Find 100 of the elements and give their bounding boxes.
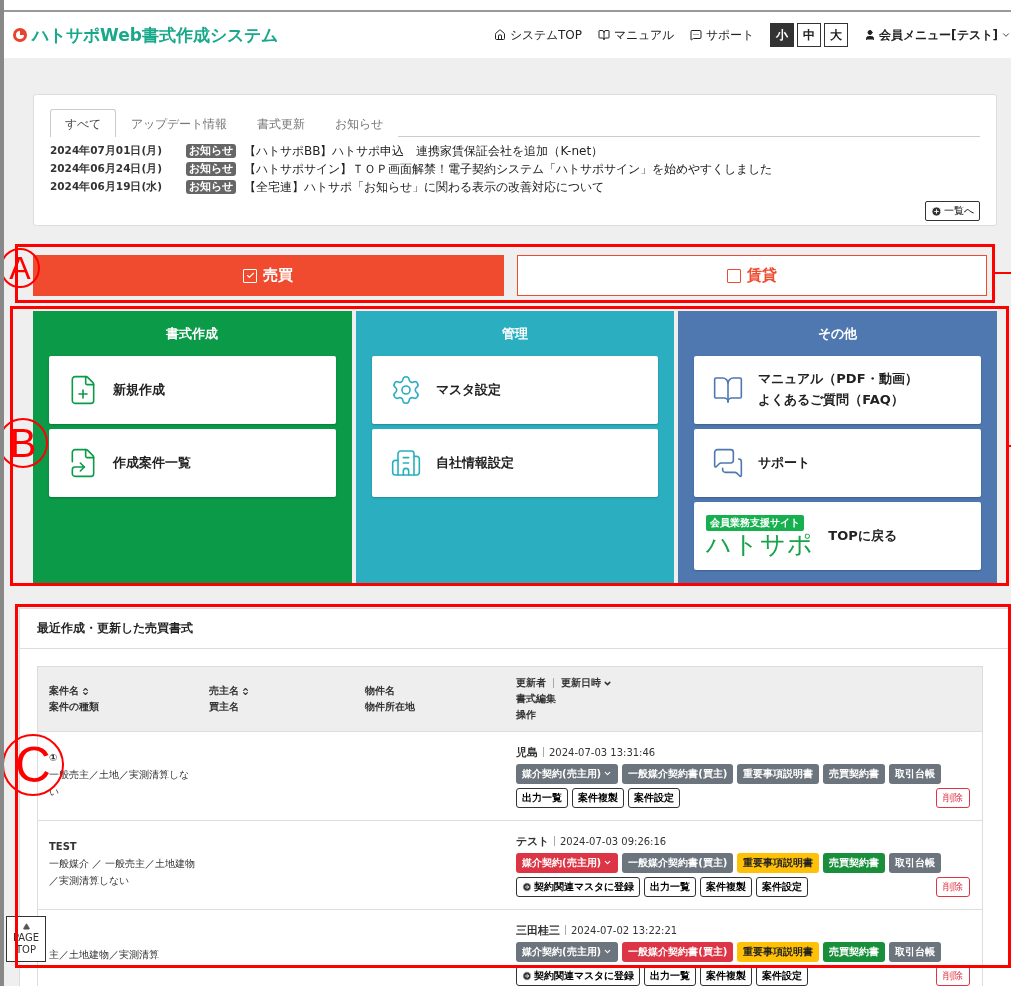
section-title: 最近作成・更新した売買書式 (20, 609, 1011, 649)
panel-title: その他 (818, 325, 858, 343)
menu-card[interactable]: 自社情報設定 (371, 429, 659, 497)
updated-time: 2024-07-03 13:31:46 (549, 746, 656, 758)
updater-name: 児島 (516, 744, 538, 760)
news-badge: お知らせ (186, 180, 236, 194)
menu-card[interactable]: 会員業務支援サイト ハトサポ TOPに戻る (694, 502, 981, 570)
document-button[interactable]: 一般媒介契約書(買主) (622, 763, 734, 784)
annotation-tick (995, 272, 1011, 274)
empty-checkbox-icon (726, 268, 741, 283)
column-heading[interactable]: 案件名 (49, 684, 79, 698)
user-icon (864, 29, 877, 41)
hatosapo-logo: 会員業務支援サイト ハトサポ (706, 515, 815, 557)
mode-tab[interactable]: 賃貸 (516, 255, 987, 296)
action-button[interactable]: 案件複製 (700, 876, 752, 897)
document-button[interactable]: 媒介契約(売主用) (516, 852, 619, 873)
column-heading[interactable]: 更新日時 (561, 676, 601, 690)
arrow-circle-icon (522, 881, 532, 892)
card-label: TOPに戻る (828, 526, 897, 545)
plus-circle-icon (931, 205, 942, 217)
document-button[interactable]: 重要事項説明書 (737, 941, 820, 962)
card-label: 自社情報設定 (435, 453, 514, 472)
document-button[interactable]: 売買契約書 (823, 852, 886, 873)
column-heading[interactable]: 売主名 (209, 684, 239, 698)
document-button[interactable]: 取引台帳 (889, 763, 942, 784)
menu-card[interactable]: 新規作成 (49, 356, 336, 424)
case-name: ① (49, 752, 59, 763)
news-list-button[interactable]: 一覧へ (925, 201, 980, 221)
document-button[interactable]: 媒介契約(売主用) (516, 763, 619, 784)
menu-card[interactable]: マニュアル（PDF・動画） よくあるご質問（FAQ） (694, 356, 981, 424)
logo-icon (12, 27, 28, 43)
triangle-icon (22, 922, 30, 930)
news-link[interactable]: 【ハトサポサイン】ＴＯＰ画面解禁！電子契約システム「ハトサポサイン」を始めやすくしました (244, 160, 772, 178)
action-button[interactable]: 案件設定 (628, 787, 680, 808)
document-button[interactable]: 売買契約書 (823, 941, 886, 962)
support-icon (712, 447, 745, 479)
document-button[interactable]: 売買契約書 (823, 763, 886, 784)
document-button[interactable]: 取引台帳 (889, 852, 942, 873)
font-size-button[interactable]: 小 (770, 23, 795, 47)
case-type: 一般媒介 ／ 一般売主／土地建物／実測清算しない (49, 857, 197, 888)
updated-time: 2024-07-03 09:26:16 (560, 835, 667, 847)
card-label: マニュアル（PDF・動画） (758, 370, 918, 389)
building-icon (389, 447, 422, 479)
home-icon (494, 29, 506, 41)
nav-link[interactable]: マニュアル (598, 26, 675, 44)
action-button[interactable]: 案件複製 (572, 787, 624, 808)
case-type: 主／土地建物／実測清算 (49, 947, 160, 962)
news-date: 2024年06月19日(水) (50, 180, 164, 194)
column-heading[interactable]: 更新者 (516, 676, 546, 690)
action-button[interactable]: 案件設定 (756, 876, 808, 897)
news-tab[interactable]: すべて (50, 109, 116, 137)
checkbox-icon (243, 268, 258, 283)
menu-card[interactable]: サポート (694, 429, 981, 497)
news-link[interactable]: 【全宅連】ハトサポ「お知らせ」に関わる表示の改善対応について (244, 178, 604, 196)
font-size-button[interactable]: 中 (797, 23, 822, 47)
column-heading: 物件所在地 (365, 700, 415, 714)
document-button[interactable]: 取引台帳 (889, 941, 942, 962)
delete-button[interactable]: 削除 (936, 787, 970, 808)
member-menu[interactable]: 会員メニュー[テスト] (864, 26, 1011, 44)
news-badge: お知らせ (186, 144, 236, 158)
book-icon (598, 29, 611, 41)
book-icon (712, 374, 745, 406)
action-button[interactable]: 出力一覧 (644, 876, 696, 897)
news-link[interactable]: 【ハトサポBB】ハトサポ申込 連携家賃保証会社を追加（K-net） (244, 142, 604, 160)
card-label: マスタ設定 (435, 380, 501, 399)
column-heading: 買主名 (209, 700, 239, 714)
document-button[interactable]: 一般媒介契約書(買主) (622, 852, 734, 873)
delete-button[interactable]: 削除 (936, 876, 970, 897)
updated-time: 2024-07-02 13:22:21 (571, 924, 678, 936)
updater-name: テスト (516, 833, 549, 849)
news-date: 2024年07月01日(月) (50, 144, 164, 158)
column-heading: 書式編集 (516, 692, 556, 706)
document-button[interactable]: 重要事項説明書 (737, 763, 820, 784)
panel-title: 管理 (502, 325, 528, 343)
menu-card[interactable]: 作成案件一覧 (49, 429, 336, 497)
action-button[interactable]: 契約関連マスタに登録 (516, 876, 640, 897)
column-heading: 物件名 (365, 684, 395, 698)
mode-tab[interactable]: 売買 (33, 255, 504, 296)
document-button[interactable]: 重要事項説明書 (737, 852, 820, 873)
document-button[interactable]: 媒介契約(売主用) (516, 941, 619, 962)
nav-link[interactable]: システムTOP (494, 26, 583, 44)
menu-card[interactable]: マスタ設定 (371, 356, 659, 424)
font-size-button[interactable]: 大 (824, 23, 849, 47)
chat-icon (690, 29, 703, 41)
nav-link[interactable]: サポート (690, 26, 755, 44)
case-name: TEST (49, 841, 78, 852)
card-label: 作成案件一覧 (113, 453, 191, 472)
column-heading: 案件の種類 (49, 700, 99, 714)
action-button[interactable]: 出力一覧 (516, 787, 568, 808)
updater-name: 三田桂三 (516, 922, 560, 938)
arrow-circle-icon (522, 970, 532, 981)
caret-icon (1001, 30, 1011, 40)
column-heading: 操作 (516, 708, 536, 722)
document-button[interactable]: 一般媒介契約書(買主) (622, 941, 734, 962)
news-date: 2024年06月24日(月) (50, 162, 164, 176)
card-label: サポート (758, 453, 811, 472)
card-label: よくあるご質問（FAQ） (758, 391, 905, 409)
card-label: 新規作成 (113, 380, 165, 399)
news-badge: お知らせ (186, 162, 236, 176)
panel-title: 書式作成 (166, 325, 219, 343)
